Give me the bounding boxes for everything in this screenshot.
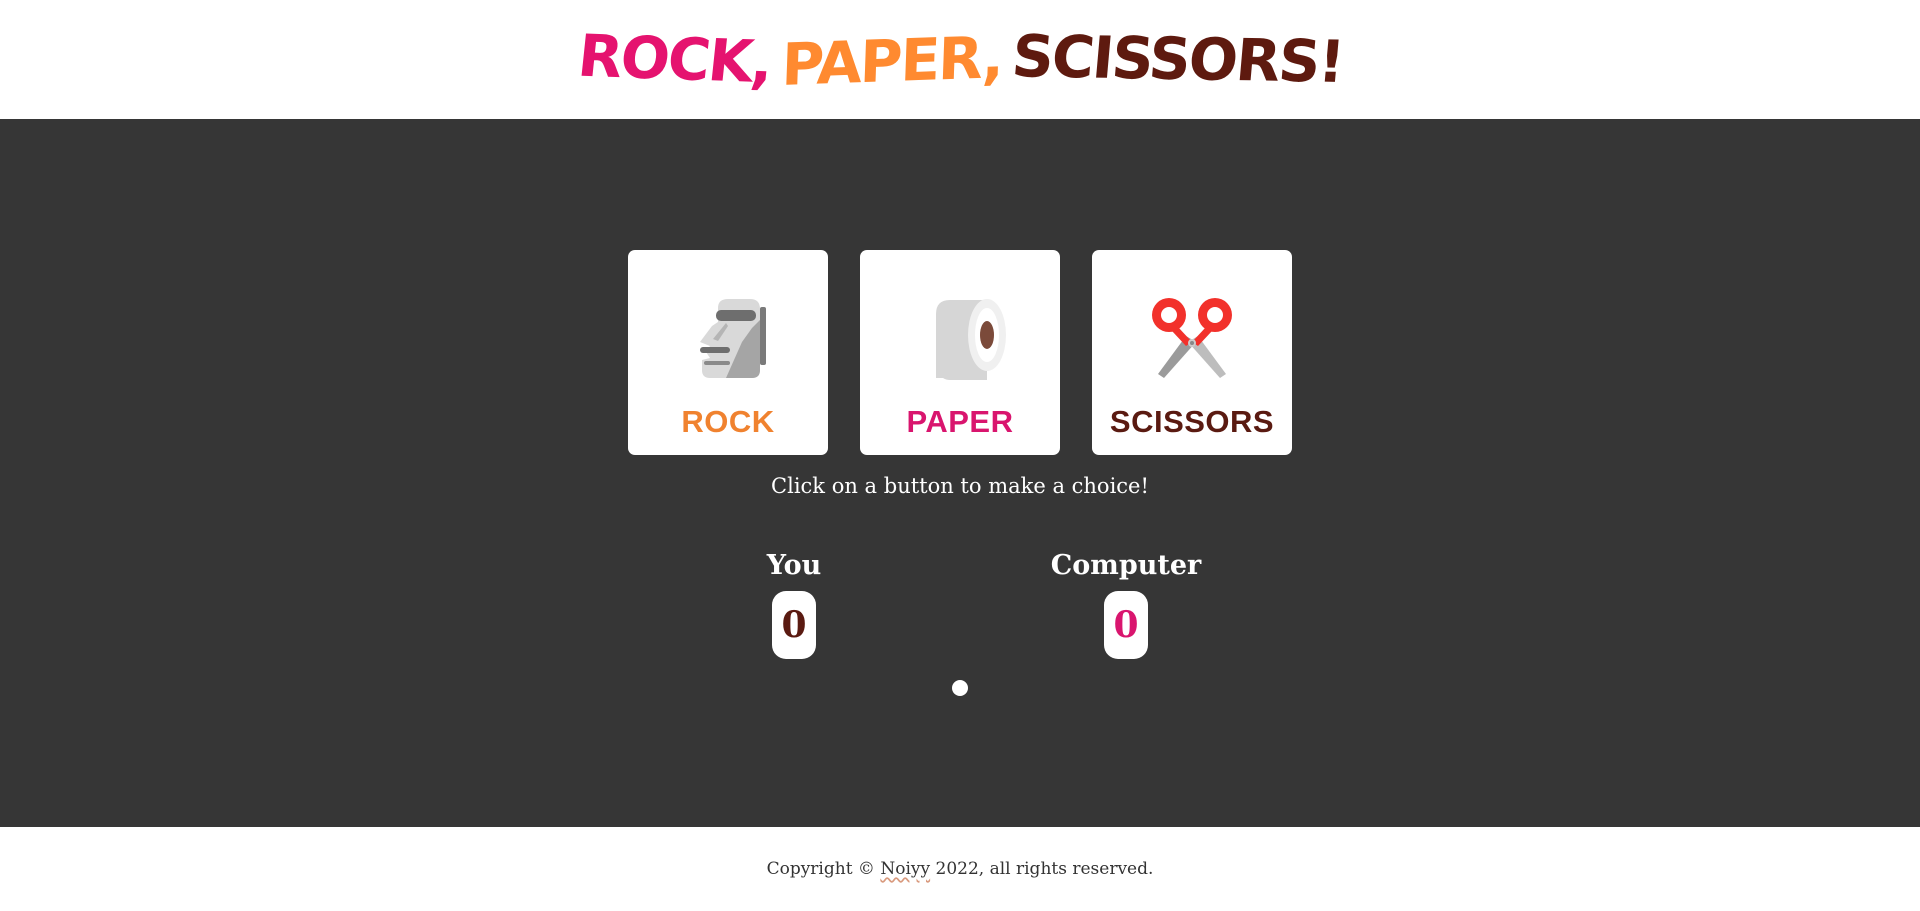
result-indicator	[952, 680, 968, 696]
paper-label: PAPER	[906, 404, 1014, 439]
moai-statue-icon	[678, 290, 778, 390]
title-word-scissors: SCISSORS!	[1008, 21, 1346, 96]
title-word-rock: ROCK,	[574, 21, 775, 96]
player-score: 0	[772, 591, 816, 659]
scissors-icon	[1142, 290, 1242, 390]
player-score-panel: You 0	[694, 552, 894, 659]
author-link[interactable]: Noiyy	[880, 859, 930, 879]
title-word-paper: PAPER,	[779, 22, 1003, 99]
page-title: ROCK,PAPER, SCISSORS!	[574, 21, 1346, 98]
computer-name: Computer	[1050, 550, 1202, 581]
page-header: ROCK,PAPER, SCISSORS!	[0, 0, 1920, 119]
game-area: ROCK PAPER SCISSORS Click on a button to…	[0, 119, 1920, 827]
scissors-button[interactable]: SCISSORS	[1092, 250, 1292, 455]
copyright-suffix: 2022, all rights reserved.	[930, 859, 1154, 879]
choice-buttons: ROCK PAPER SCISSORS	[628, 250, 1292, 455]
scissors-label: SCISSORS	[1109, 404, 1275, 439]
rock-button[interactable]: ROCK	[628, 250, 828, 455]
paper-button[interactable]: PAPER	[860, 250, 1060, 455]
rock-label: ROCK	[681, 404, 775, 439]
copyright-prefix: Copyright ©	[766, 859, 881, 879]
player-name: You	[766, 550, 822, 581]
computer-score: 0	[1104, 591, 1148, 659]
toilet-paper-roll-icon	[910, 290, 1010, 390]
instruction-text: Click on a button to make a choice!	[771, 474, 1149, 498]
computer-score-panel: Computer 0	[1026, 552, 1226, 659]
page-footer: Copyright © Noiyy 2022, all rights reser…	[0, 827, 1920, 911]
